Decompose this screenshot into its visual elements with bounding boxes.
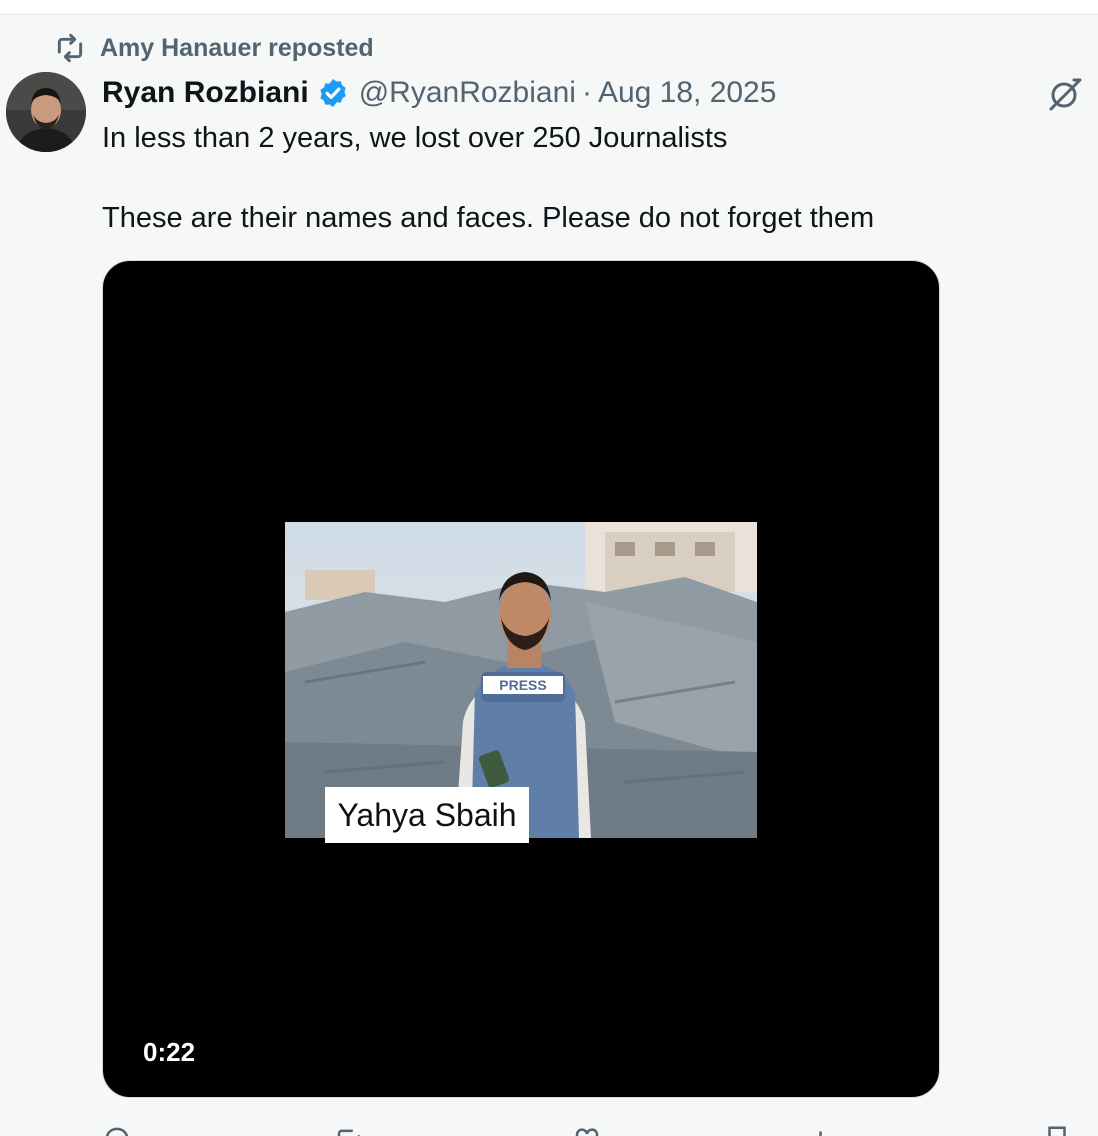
reply-icon xyxy=(105,1127,129,1136)
avatar[interactable] xyxy=(6,72,86,152)
retweet-icon xyxy=(337,1129,361,1136)
display-name[interactable]: Ryan Rozbiani xyxy=(102,76,309,110)
retweet-button[interactable] xyxy=(334,1124,364,1136)
views-icon xyxy=(819,1131,822,1136)
repost-label: Amy Hanauer reposted xyxy=(100,33,374,62)
verified-badge-icon xyxy=(320,79,346,107)
journalist-name-caption: Yahya Sbaih xyxy=(325,787,529,843)
video-player[interactable]: PRESS Yahya Sbaih 0:22 xyxy=(102,260,940,1098)
tweet-header: Ryan Rozbiani @RyanRozbiani · Aug 18, 20… xyxy=(102,74,776,112)
like-icon xyxy=(575,1128,599,1136)
press-label: PRESS xyxy=(499,677,546,693)
repost-icon xyxy=(54,32,86,64)
like-button[interactable] xyxy=(572,1124,602,1136)
tweet-text-line: These are their names and faces. Please … xyxy=(102,202,875,234)
bookmark-button[interactable] xyxy=(1042,1124,1072,1136)
grok-icon[interactable] xyxy=(1044,74,1084,114)
tweet-date[interactable]: Aug 18, 2025 xyxy=(598,76,777,110)
views-button[interactable] xyxy=(808,1124,838,1136)
header-separator: · xyxy=(581,76,592,109)
bookmark-icon xyxy=(1048,1126,1066,1136)
video-duration: 0:22 xyxy=(143,1037,196,1067)
tweet-text-line: In less than 2 years, we lost over 250 J… xyxy=(102,122,728,154)
tweet-actions xyxy=(102,1122,1082,1136)
repost-indicator[interactable]: Amy Hanauer reposted xyxy=(54,32,374,64)
reply-button[interactable] xyxy=(102,1124,132,1136)
tweet-text: In less than 2 years, we lost over 250 J… xyxy=(102,118,1002,238)
user-handle[interactable]: @RyanRozbiani xyxy=(359,76,576,110)
top-divider xyxy=(0,0,1098,15)
